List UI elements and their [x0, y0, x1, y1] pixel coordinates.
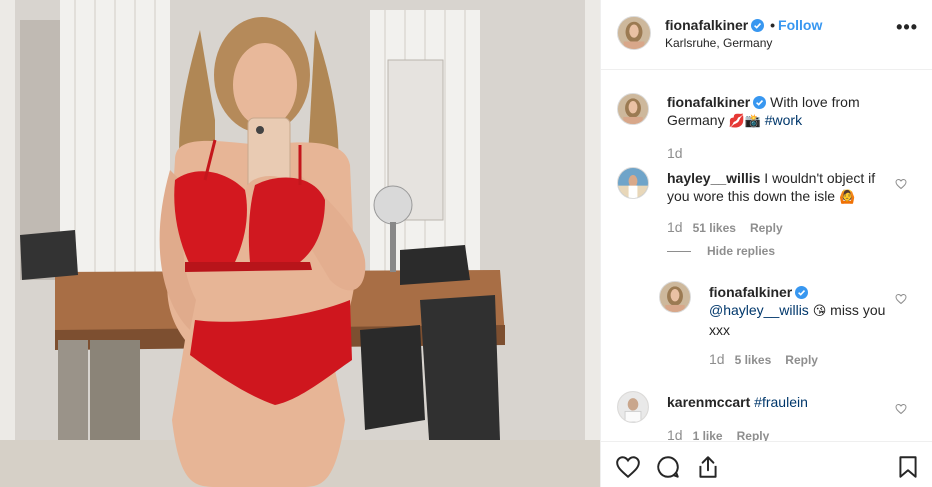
share-icon[interactable] — [695, 454, 721, 480]
reply-like-heart-icon[interactable] — [895, 293, 907, 305]
comment-emoji: 🙆 — [838, 190, 856, 205]
reply-emoji: 😘 — [812, 304, 827, 319]
commenter-avatar[interactable] — [617, 167, 649, 199]
reply-mention[interactable]: @hayley__willis — [709, 302, 809, 318]
comment-icon[interactable] — [655, 454, 681, 480]
caption-meta: 1d — [667, 145, 693, 161]
reply-meta: 1d 5 likes Reply — [709, 351, 832, 367]
reply-button[interactable]: Reply — [737, 429, 770, 441]
comment-time[interactable]: 1d — [667, 427, 683, 441]
comment-time[interactable]: 1d — [667, 219, 683, 235]
reply-text: fionafalkiner @hayley__willis 😘 miss you… — [709, 283, 899, 339]
caption-emojis: 💋📸 — [728, 114, 761, 129]
comment-likes[interactable]: 51 likes — [693, 221, 736, 235]
reply-author-avatar[interactable] — [659, 281, 691, 313]
comment-meta: 1d 51 likes Reply — [667, 219, 797, 235]
heart-icon[interactable] — [615, 454, 641, 480]
hide-replies-toggle[interactable]: Hide replies — [667, 244, 775, 258]
caption-text: fionafalkiner With love from Germany 💋📸 … — [667, 93, 887, 131]
verified-badge-icon — [795, 286, 809, 299]
verified-badge-icon — [753, 96, 767, 109]
separator-dot: • — [770, 17, 776, 33]
post-action-bar — [601, 441, 932, 487]
divider-line — [667, 251, 691, 253]
author-avatar[interactable] — [617, 16, 651, 50]
comment-likes[interactable]: 1 like — [693, 429, 723, 441]
bookmark-icon[interactable] — [895, 454, 921, 480]
comment-hashtag[interactable]: #fraulein — [754, 394, 808, 410]
author-username[interactable]: fionafalkiner — [665, 17, 748, 33]
post-photo[interactable] — [0, 0, 600, 487]
post-sidebar: fionafalkiner • Follow Karlsruhe, Germany… — [600, 0, 932, 487]
hide-replies-label: Hide replies — [707, 244, 776, 258]
caption-author-avatar[interactable] — [617, 93, 649, 125]
comment-author[interactable]: hayley__willis — [667, 170, 760, 186]
comment-text: hayley__willis I wouldn't object if you … — [667, 169, 897, 207]
caption-time[interactable]: 1d — [667, 145, 683, 161]
caption-hashtag[interactable]: #work — [765, 112, 802, 128]
follow-button[interactable]: Follow — [778, 17, 822, 33]
reply-time[interactable]: 1d — [709, 351, 725, 367]
comments-list[interactable]: fionafalkiner With love from Germany 💋📸 … — [601, 71, 932, 441]
reply-author[interactable]: fionafalkiner — [709, 284, 792, 300]
post-author-line: fionafalkiner • Follow — [665, 17, 822, 33]
instagram-post-view: fionafalkiner • Follow Karlsruhe, Germany… — [0, 0, 932, 487]
commenter-avatar[interactable] — [617, 391, 649, 423]
reply-button[interactable]: Reply — [785, 353, 818, 367]
comment-like-heart-icon[interactable] — [895, 403, 907, 415]
comment-like-heart-icon[interactable] — [895, 178, 907, 190]
caption-author[interactable]: fionafalkiner — [667, 94, 750, 110]
post-location[interactable]: Karlsruhe, Germany — [665, 36, 772, 50]
comment-text: karenmccart #fraulein — [667, 393, 887, 411]
post-header: fionafalkiner • Follow Karlsruhe, Germany… — [601, 0, 932, 70]
reply-likes[interactable]: 5 likes — [735, 353, 772, 367]
verified-badge-icon — [751, 19, 765, 32]
more-options-icon[interactable]: ••• — [896, 18, 918, 36]
reply-button[interactable]: Reply — [750, 221, 783, 235]
comment-author[interactable]: karenmccart — [667, 394, 750, 410]
comment-meta: 1d 1 like Reply — [667, 427, 783, 441]
mirror-selfie-image — [0, 0, 600, 487]
